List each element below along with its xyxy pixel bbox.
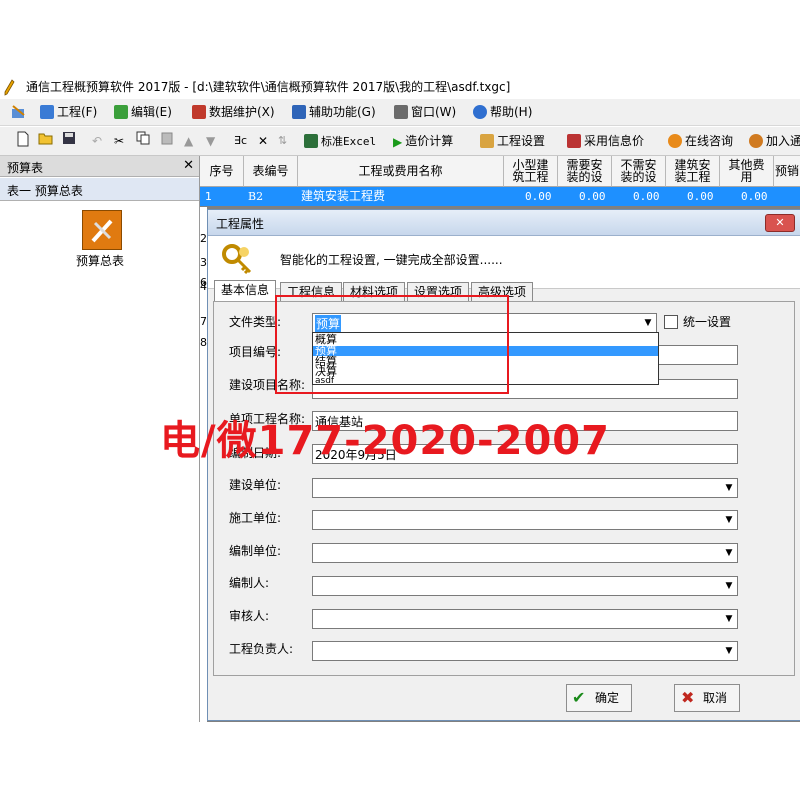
help-icon xyxy=(473,105,487,119)
cut-icon[interactable]: ✂ xyxy=(114,131,124,151)
settings-doc-icon xyxy=(480,134,494,148)
budget-summary-item[interactable]: 预算总表 xyxy=(62,210,142,270)
unified-setting-checkbox[interactable] xyxy=(664,315,678,329)
undo-icon[interactable]: ↶ xyxy=(92,131,102,151)
chevron-down-icon: ▼ xyxy=(721,544,737,562)
x-icon: ✖ xyxy=(681,688,695,707)
unified-setting-label: 统一设置 xyxy=(683,315,732,329)
project-lead-select[interactable]: ▼ xyxy=(312,641,738,661)
banner-text: 智能化的工程设置, 一键完成全部设置...... xyxy=(280,253,503,267)
table-row[interactable]: 1 B2 建筑安装工程费 0.00 0.00 0.00 0.00 0.00 xyxy=(200,187,800,206)
col-header-seq[interactable]: 序号 xyxy=(200,156,244,187)
standard-excel-button[interactable]: 标准Excel xyxy=(304,131,376,151)
project-settings-button[interactable]: 工程设置 xyxy=(480,131,545,151)
edit-icon xyxy=(114,105,128,119)
calc-button[interactable]: ▶ 造价计算 xyxy=(393,131,453,151)
cancel-button[interactable]: ✖ 取消 xyxy=(674,684,740,712)
col-header-no-install-equip[interactable]: 不需安 装的设 xyxy=(612,156,666,187)
menu-window[interactable]: 窗口(W) xyxy=(394,102,456,122)
owner-unit-select[interactable]: ▼ xyxy=(312,478,738,498)
price-icon xyxy=(567,134,581,148)
arrow-up-icon[interactable]: ▲ xyxy=(184,131,193,151)
budget-summary-icon xyxy=(82,210,122,250)
key-icon xyxy=(220,242,254,281)
col-header-name[interactable]: 工程或费用名称 xyxy=(298,156,504,187)
col-header-other-fees[interactable]: 其他费 用 xyxy=(720,156,774,187)
construction-unit-label: 施工单位: xyxy=(229,511,282,525)
delete-icon[interactable]: ✕ xyxy=(258,131,268,151)
col-header-small-building[interactable]: 小型建 筑工程 xyxy=(504,156,558,187)
chevron-down-icon: ▼ xyxy=(721,511,737,529)
check-icon: ✔ xyxy=(572,688,586,707)
group-icon xyxy=(749,134,763,148)
person-icon xyxy=(668,134,682,148)
tool-icon xyxy=(292,105,306,119)
construction-unit-select[interactable]: ▼ xyxy=(312,510,738,530)
dialog-title-bar[interactable]: 工程属性 ✕ xyxy=(208,210,800,236)
close-icon: ✕ xyxy=(775,216,785,229)
insert-row-icon[interactable]: ∃c xyxy=(234,131,247,151)
compiler-label: 编制人: xyxy=(229,576,270,590)
watermark-text: 电/微177-2020-2007 xyxy=(160,418,610,464)
tab-basic-info[interactable]: 基本信息 xyxy=(214,280,276,302)
window-icon xyxy=(394,105,408,119)
dialog-title: 工程属性 xyxy=(216,217,265,231)
chevron-down-icon: ▼ xyxy=(721,610,737,628)
reviewer-select[interactable]: ▼ xyxy=(312,609,738,629)
online-consult-button[interactable]: 在线咨询 xyxy=(668,131,733,151)
menu-bar: 工程(F) 编辑(E) 数据维护(X) 辅助功能(G) 窗口(W) 帮助(H) xyxy=(0,99,800,126)
copy-icon[interactable] xyxy=(136,131,150,151)
title-bar: 通信工程概预算软件 2017版 - [d:\建软软件\通信概预算软件 2017版… xyxy=(0,77,800,98)
left-panel-title: 预算表 xyxy=(7,161,44,175)
compiler-select[interactable]: ▼ xyxy=(312,576,738,596)
compile-unit-select[interactable]: ▼ xyxy=(312,543,738,563)
save-icon[interactable] xyxy=(62,131,76,151)
reviewer-label: 审核人: xyxy=(229,609,270,623)
ok-button[interactable]: ✔ 确定 xyxy=(566,684,632,712)
paste-icon[interactable] xyxy=(160,131,174,151)
menu-data-maintenance[interactable]: 数据维护(X) xyxy=(192,102,275,122)
window-title: 通信工程概预算软件 2017版 - [d:\建软软件\通信概预算软件 2017版… xyxy=(26,80,511,94)
book-icon xyxy=(192,105,206,119)
menu-help[interactable]: 帮助(H) xyxy=(473,102,532,122)
menu-project[interactable]: 工程(F) xyxy=(40,102,97,122)
col-header-construction[interactable]: 建筑安 装工程 xyxy=(666,156,720,187)
open-folder-icon[interactable] xyxy=(38,131,54,151)
col-header-install-equip[interactable]: 需要安 装的设 xyxy=(558,156,612,187)
menu-edit[interactable]: 编辑(E) xyxy=(114,102,172,122)
file-type-label: 文件类型: xyxy=(229,315,282,329)
annotation-box xyxy=(275,295,509,394)
chevron-down-icon: ▼ xyxy=(721,577,737,595)
compile-unit-label: 编制单位: xyxy=(229,544,282,558)
close-icon[interactable]: ✕ xyxy=(183,158,194,173)
col-header-reserve[interactable]: 预销 xyxy=(774,156,800,187)
menu-auxiliary[interactable]: 辅助功能(G) xyxy=(292,102,376,122)
chevron-down-icon: ▼ xyxy=(721,479,737,497)
new-file-icon[interactable] xyxy=(16,131,30,151)
owner-unit-label: 建设单位: xyxy=(229,478,282,492)
col-header-code[interactable]: 表编号 xyxy=(244,156,298,187)
app-tools-icon xyxy=(10,103,28,124)
project-lead-label: 工程负责人: xyxy=(229,642,294,656)
excel-icon xyxy=(304,134,318,148)
join-button[interactable]: 加入通 xyxy=(749,131,800,151)
tab-budget-summary[interactable]: 表一 预算总表 xyxy=(0,178,199,201)
chevron-down-icon: ▼ xyxy=(644,318,652,328)
left-panel-header: 预算表 ✕ xyxy=(0,156,199,177)
chevron-down-icon: ▼ xyxy=(721,642,737,660)
play-icon: ▶ xyxy=(393,134,403,149)
info-price-button[interactable]: 采用信息价 xyxy=(567,131,644,151)
arrow-down-icon[interactable]: ▼ xyxy=(206,131,215,151)
project-number-label: 项目编号: xyxy=(229,345,282,359)
dialog-close-button[interactable]: ✕ xyxy=(765,214,795,232)
sort-icon[interactable]: ⇅ xyxy=(278,131,287,151)
toolbar: ↶ ✂ ▲ ▼ ∃c ✕ ⇅ 标准Excel ▶ 造价计算 工程设置 采用信息价 … xyxy=(0,127,800,156)
chart-icon xyxy=(40,105,54,119)
